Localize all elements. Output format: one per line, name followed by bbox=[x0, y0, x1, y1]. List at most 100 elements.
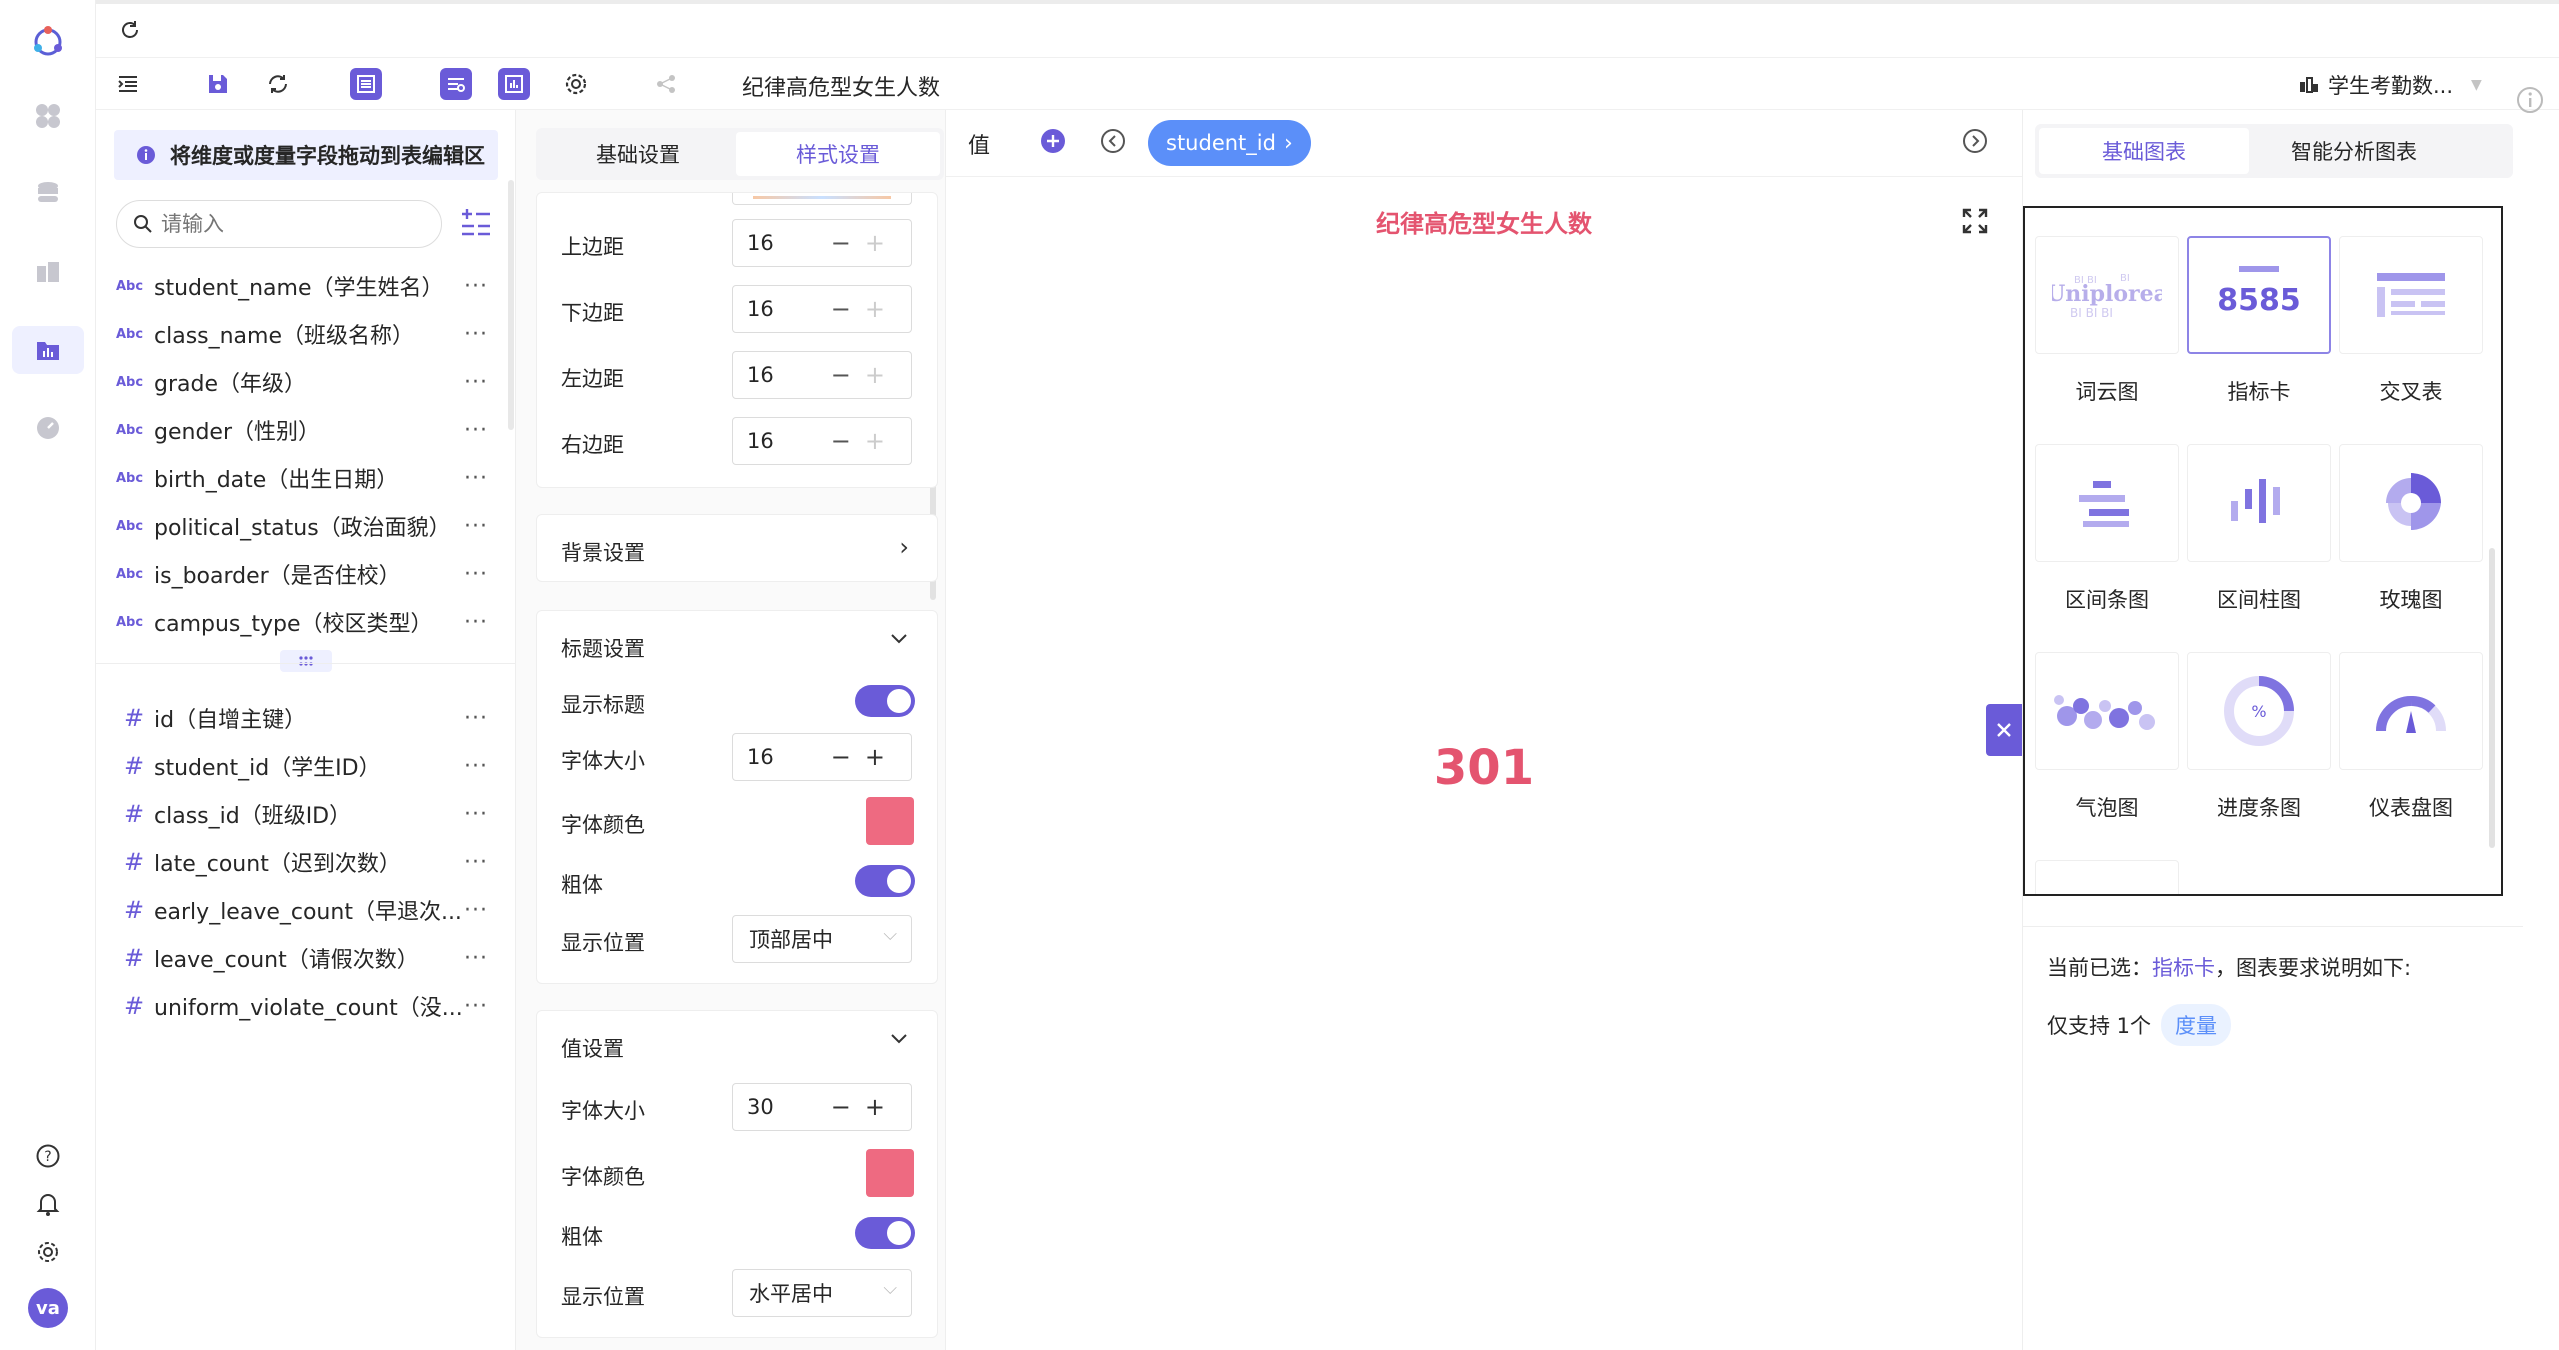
app-logo-icon[interactable] bbox=[24, 18, 72, 66]
dataset-selector[interactable]: 学生考勤数... ▼ bbox=[2298, 70, 2482, 100]
chart-type-range-bar[interactable] bbox=[2035, 444, 2179, 562]
tab-smart-charts[interactable]: 智能分析图表 bbox=[2249, 128, 2459, 174]
dimension-field[interactable]: Abc is_boarder（是否住校） ··· bbox=[116, 550, 496, 598]
search-field[interactable] bbox=[116, 200, 442, 248]
background-settings[interactable]: 背景设置 › bbox=[536, 514, 938, 582]
stepper-icon[interactable]: −+ bbox=[831, 361, 899, 389]
more-icon[interactable]: ··· bbox=[464, 322, 488, 347]
title-bold-toggle[interactable] bbox=[855, 865, 915, 897]
stepper-icon[interactable]: −+ bbox=[831, 229, 899, 257]
value-position-select[interactable]: 水平居中 ⌵ bbox=[732, 1269, 912, 1317]
chart-type-range-column[interactable] bbox=[2187, 444, 2331, 562]
avatar[interactable]: va bbox=[28, 1288, 68, 1328]
dimension-field[interactable]: Abc gender（性别） ··· bbox=[116, 406, 496, 454]
monitor-icon[interactable] bbox=[24, 404, 72, 452]
dimension-field[interactable]: Abc political_status（政治面貌） ··· bbox=[116, 502, 496, 550]
settings-icon[interactable] bbox=[24, 1228, 72, 1276]
measure-field[interactable]: # class_id（班级ID） ··· bbox=[116, 790, 496, 838]
stepper-icon[interactable]: −+ bbox=[831, 743, 899, 771]
value-font-size-input[interactable]: 30 −+ bbox=[732, 1083, 912, 1131]
dimension-field[interactable]: Abc campus_type（校区类型） ··· bbox=[116, 598, 496, 646]
value-bold-toggle[interactable] bbox=[855, 1217, 915, 1249]
collapse-menu-icon[interactable] bbox=[112, 68, 144, 100]
bell-icon[interactable] bbox=[24, 1180, 72, 1228]
title-font-size-input[interactable]: 16 −+ bbox=[732, 733, 912, 781]
close-panel-button[interactable] bbox=[1986, 704, 2022, 756]
chart-type-gauge-chart[interactable] bbox=[2339, 652, 2483, 770]
margin-input[interactable]: 16 −+ bbox=[732, 417, 912, 465]
chart-editor-icon[interactable] bbox=[12, 326, 84, 374]
more-icon[interactable]: ··· bbox=[464, 418, 488, 443]
measure-field[interactable]: # early_leave_count（早退次... ··· bbox=[116, 886, 496, 934]
report-icon[interactable] bbox=[24, 248, 72, 296]
add-field-button[interactable] bbox=[1040, 128, 1066, 158]
search-input[interactable] bbox=[161, 212, 421, 236]
chart-type-cross-table[interactable] bbox=[2339, 236, 2483, 354]
scrollbar[interactable] bbox=[2489, 548, 2495, 848]
more-icon[interactable]: ··· bbox=[464, 754, 488, 779]
tab-basic-charts[interactable]: 基础图表 bbox=[2039, 128, 2249, 174]
stepper-icon[interactable]: −+ bbox=[831, 295, 899, 323]
divider-handle[interactable] bbox=[280, 650, 332, 672]
sync-icon[interactable] bbox=[262, 68, 294, 100]
help-icon[interactable]: ? bbox=[24, 1132, 72, 1180]
measure-field[interactable]: # student_id（学生ID） ··· bbox=[116, 742, 496, 790]
more-icon[interactable]: ··· bbox=[464, 994, 488, 1019]
chart-type-progress-chart[interactable]: % bbox=[2187, 652, 2331, 770]
more-icon[interactable]: ··· bbox=[464, 514, 488, 539]
more-icon[interactable]: ··· bbox=[464, 898, 488, 923]
dashboard-icon[interactable] bbox=[24, 92, 72, 140]
chart-type-kpi-card[interactable]: 8585 bbox=[2187, 236, 2331, 354]
measure-field[interactable]: # uniform_violate_count（没... ··· bbox=[116, 982, 496, 1030]
more-icon[interactable]: ··· bbox=[464, 370, 488, 395]
fullscreen-icon[interactable] bbox=[1962, 208, 1988, 238]
measure-field[interactable]: # id（自增主键） ··· bbox=[116, 694, 496, 742]
measure-field[interactable]: # late_count（迟到次数） ··· bbox=[116, 838, 496, 886]
scroll-left-icon[interactable] bbox=[1100, 128, 1126, 158]
tab-basic-settings[interactable]: 基础设置 bbox=[540, 132, 736, 176]
more-icon[interactable]: ··· bbox=[464, 466, 488, 491]
field-pill-student-id[interactable]: student_id › bbox=[1148, 120, 1311, 166]
share-icon[interactable] bbox=[650, 68, 682, 100]
chart-type-word-cloud[interactable]: Uniplorea BI BI BI BI BI BI bbox=[2035, 236, 2179, 354]
chart-name[interactable]: 纪律高危型女生人数 bbox=[742, 70, 940, 102]
chevron-down-icon[interactable] bbox=[889, 1031, 909, 1050]
margin-input[interactable]: 16 −+ bbox=[732, 219, 912, 267]
more-icon[interactable]: ··· bbox=[464, 562, 488, 587]
chevron-down-icon[interactable] bbox=[889, 631, 909, 650]
show-title-toggle[interactable] bbox=[855, 685, 915, 717]
title-position-select[interactable]: 顶部居中 ⌵ bbox=[732, 915, 912, 963]
tab-style-settings[interactable]: 样式设置 bbox=[736, 132, 940, 176]
add-field-icon[interactable] bbox=[460, 206, 492, 242]
dimension-field[interactable]: Abc student_name（学生姓名） ··· bbox=[116, 262, 496, 310]
more-icon[interactable]: ··· bbox=[464, 946, 488, 971]
scroll-right-icon[interactable] bbox=[1962, 128, 1988, 158]
chart-view-icon[interactable] bbox=[498, 68, 530, 100]
more-icon[interactable]: ··· bbox=[464, 610, 488, 635]
more-icon[interactable]: ··· bbox=[464, 274, 488, 299]
data-settings-icon[interactable] bbox=[440, 68, 472, 100]
chart-type-rose-chart[interactable] bbox=[2339, 444, 2483, 562]
value-color-swatch[interactable] bbox=[866, 1149, 914, 1197]
title-color-swatch[interactable] bbox=[866, 797, 914, 845]
scrollbar[interactable] bbox=[508, 180, 514, 430]
database-icon[interactable] bbox=[24, 170, 72, 218]
more-icon[interactable]: ··· bbox=[464, 802, 488, 827]
save-icon[interactable] bbox=[202, 68, 234, 100]
more-icon[interactable]: ··· bbox=[464, 850, 488, 875]
refresh-icon[interactable] bbox=[118, 18, 142, 46]
current-chart-link[interactable]: 指标卡 bbox=[2152, 956, 2215, 980]
chart-settings-icon[interactable] bbox=[560, 68, 592, 100]
measure-field[interactable]: # leave_count（请假次数） ··· bbox=[116, 934, 496, 982]
dimension-field[interactable]: Abc birth_date（出生日期） ··· bbox=[116, 454, 496, 502]
stepper-icon[interactable]: −+ bbox=[831, 1093, 899, 1121]
chart-type-bubble-chart[interactable] bbox=[2035, 652, 2179, 770]
table-view-icon[interactable] bbox=[350, 68, 382, 100]
dimension-field[interactable]: Abc class_name（班级名称） ··· bbox=[116, 310, 496, 358]
chart-type-more[interactable] bbox=[2035, 860, 2179, 894]
margin-input[interactable]: 16 −+ bbox=[732, 285, 912, 333]
stepper-icon[interactable]: −+ bbox=[831, 427, 899, 455]
margin-input[interactable]: 16 −+ bbox=[732, 351, 912, 399]
dimension-field[interactable]: Abc grade（年级） ··· bbox=[116, 358, 496, 406]
more-icon[interactable]: ··· bbox=[464, 706, 488, 731]
